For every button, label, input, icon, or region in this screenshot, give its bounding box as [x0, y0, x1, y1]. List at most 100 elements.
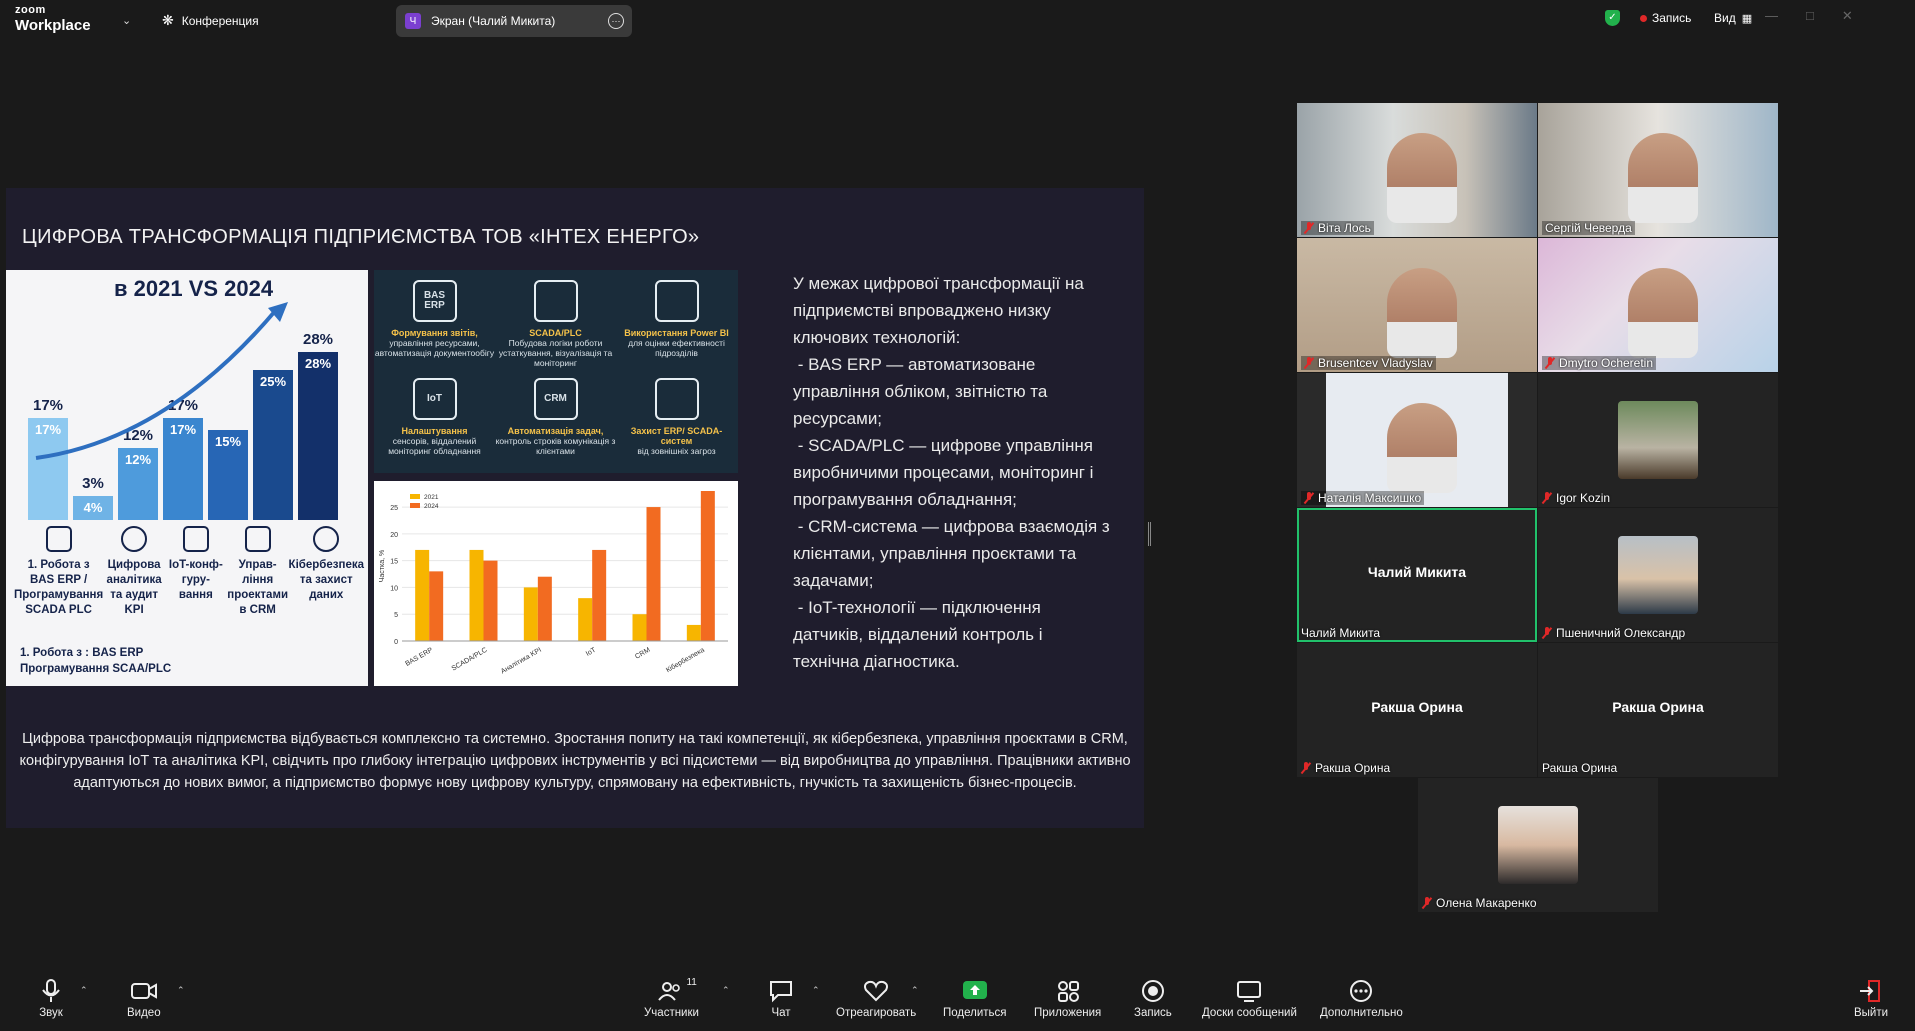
video-options-caret[interactable]: ⌃	[177, 985, 185, 996]
participant-tile[interactable]: Dmytro Ocheretin	[1538, 238, 1778, 372]
participants-button[interactable]: 11 Участники	[644, 977, 699, 1019]
bar-2024	[646, 507, 661, 641]
screen-share-pill[interactable]: Ч Экран (Чалий Микита) ···	[396, 5, 632, 37]
security-shield-icon[interactable]: ✓	[1605, 10, 1620, 26]
bar-2021	[469, 549, 484, 641]
mic-muted-icon	[1422, 897, 1432, 909]
participant-name-text: Пшеничний Олександр	[1556, 626, 1686, 640]
participant-tile[interactable]: Пшеничний Олександр	[1538, 508, 1778, 642]
skill-label: Кібербезпека та захист даних	[288, 559, 364, 601]
participants-caret[interactable]: ⌃	[722, 985, 730, 996]
participant-tile[interactable]: Наталія Максишко	[1297, 373, 1537, 507]
technology-icon	[654, 280, 699, 322]
participant-tile[interactable]: Ракша Орина Ракша Орина	[1297, 643, 1537, 777]
video-label: Видео	[127, 1007, 161, 1019]
participant-avatar	[1498, 806, 1578, 884]
participant-name: Олена Макаренко	[1422, 896, 1537, 910]
chat-caret[interactable]: ⌃	[812, 985, 820, 996]
growth-bar-label: 25%	[260, 374, 286, 389]
participant-name-text: Ракша Орина	[1542, 761, 1618, 775]
technology-title: Використання Power BI	[624, 328, 729, 338]
participant-center-name: Чалий Микита	[1367, 564, 1467, 580]
screen-share-label: Экран (Чалий Микита)	[431, 14, 556, 28]
y-tick-label: 15	[390, 559, 398, 566]
window-controls: — □ ✕	[1765, 8, 1853, 24]
bar-2024	[429, 571, 444, 641]
close-icon[interactable]: ✕	[1842, 8, 1853, 24]
skill-label: Цифрова аналітика та аудит KPI	[106, 559, 162, 616]
zoom-logo: zoom Workplace	[15, 5, 91, 34]
react-caret[interactable]: ⌃	[911, 985, 919, 996]
chart-svg: 0 5 10 15 20 25 Частка, % BAS ERP SCADA/PLC Аналі…	[379, 491, 728, 675]
growth-bar-label: 28%	[305, 356, 331, 371]
participant-name: Igor Kozin	[1542, 491, 1610, 505]
apps-label: Приложения	[1034, 1007, 1102, 1019]
participant-tile[interactable]: Сергій Чеверда	[1538, 103, 1778, 237]
shared-slide: ЦИФРОВА ТРАНСФОРМАЦІЯ ПІДПРИЄМСТВА ТОВ «…	[6, 188, 1144, 828]
participant-name: Наталія Максишко	[1301, 491, 1425, 505]
apps-button[interactable]: Приложения	[1034, 979, 1101, 1019]
recording-indicator[interactable]: Запись	[1640, 11, 1691, 25]
x-tick-label: BAS ERP	[404, 647, 434, 668]
conference-button[interactable]: ❋ Конференция	[162, 12, 259, 29]
participant-tile[interactable]: Ракша Орина Ракша Орина	[1538, 643, 1778, 777]
split-resize-handle[interactable]	[1148, 522, 1151, 546]
bar-2021	[686, 624, 701, 641]
minimize-icon[interactable]: —	[1765, 8, 1778, 24]
boards-button[interactable]: Доски сообщений	[1202, 979, 1297, 1019]
bullet-text: - IoT-технології — підключення датчиків,…	[793, 598, 1048, 671]
view-button[interactable]: Вид ▦	[1714, 11, 1752, 25]
leave-button[interactable]: Выйти	[1854, 979, 1888, 1019]
technology-icon: CRM	[533, 378, 578, 420]
participant-tile[interactable]: Igor Kozin	[1538, 373, 1778, 507]
participant-name: Ракша Орина	[1542, 761, 1617, 775]
bar-2024	[700, 491, 715, 641]
growth-top-label: 3%	[82, 475, 104, 492]
participant-name: Brusentcev Vladyslav	[1301, 356, 1436, 370]
maximize-icon[interactable]: □	[1806, 8, 1814, 24]
chat-button[interactable]: Чат	[766, 979, 796, 1019]
skill-item: Кібербезпека та захист даних	[289, 526, 364, 618]
share-button[interactable]: Поделиться	[943, 979, 1007, 1019]
technology-title: Автоматизація задач,	[507, 426, 604, 436]
react-button[interactable]: Отреагировать	[836, 979, 916, 1019]
participant-avatar	[1618, 401, 1698, 479]
chevron-down-icon[interactable]: ⌄	[122, 14, 131, 27]
grid-view-icon: ▦	[1741, 12, 1753, 25]
people-icon: ❋	[162, 12, 174, 28]
record-button[interactable]: Запись	[1134, 979, 1172, 1019]
legend-swatch	[410, 503, 420, 508]
recording-label: Запись	[1652, 11, 1692, 25]
participant-tile[interactable]: Олена Макаренко	[1418, 778, 1658, 912]
growth-bar	[253, 370, 293, 520]
arrow-head-icon	[268, 302, 288, 322]
camera-icon	[129, 979, 159, 1003]
technology-desc: сенсорів, віддалений моніторинг обладнан…	[388, 436, 481, 456]
top-bar: zoom Workplace ⌄ ❋ Конференция Ч Экран (…	[0, 0, 1915, 42]
video-button[interactable]: Видео	[127, 979, 161, 1019]
bullet-text: - CRM-система — цифрова взаємодія з кліє…	[793, 517, 1115, 590]
comparison-chart: 0 5 10 15 20 25 Частка, % BAS ERP SCADA/PLC Аналі…	[374, 481, 738, 686]
more-button[interactable]: Дополнительно	[1320, 979, 1403, 1019]
bullet-text: У межах цифрової трансформації на підпри…	[793, 274, 1089, 347]
mic-muted-icon	[1542, 627, 1552, 639]
participant-tile[interactable]: Brusentcev Vladyslav	[1297, 238, 1537, 372]
audio-options-caret[interactable]: ⌃	[80, 985, 88, 996]
participant-name: Ракша Орина	[1301, 761, 1390, 775]
infographic-note: 1. Робота з : BAS ERP Програмування SCAA…	[20, 647, 172, 675]
skill-item: Цифрова аналітика та аудит KPI	[103, 526, 165, 618]
participant-center-name: Ракша Орина	[1612, 699, 1704, 715]
technology-desc: від зовнішніх загроз	[637, 446, 716, 456]
bar-2024	[483, 560, 498, 641]
participant-name-text: Віта Лось	[1318, 221, 1371, 235]
participant-tile[interactable]: Віта Лось	[1297, 103, 1537, 237]
participant-tile[interactable]: Чалий Микита Чалий Микита	[1297, 508, 1537, 642]
skill-item: Управ-ління проектами в CRM	[227, 526, 289, 618]
technology-icon: IoT	[412, 378, 457, 420]
more-options-icon[interactable]: ···	[608, 13, 624, 29]
skill-label: 1. Робота з BAS ERP / Програмування SCAD…	[14, 559, 104, 616]
participant-name-text: Наталія Максишко	[1318, 491, 1422, 505]
sound-button[interactable]: Звук	[36, 979, 66, 1019]
participant-avatar	[1618, 536, 1698, 614]
x-tick-label: CRM	[634, 647, 651, 661]
